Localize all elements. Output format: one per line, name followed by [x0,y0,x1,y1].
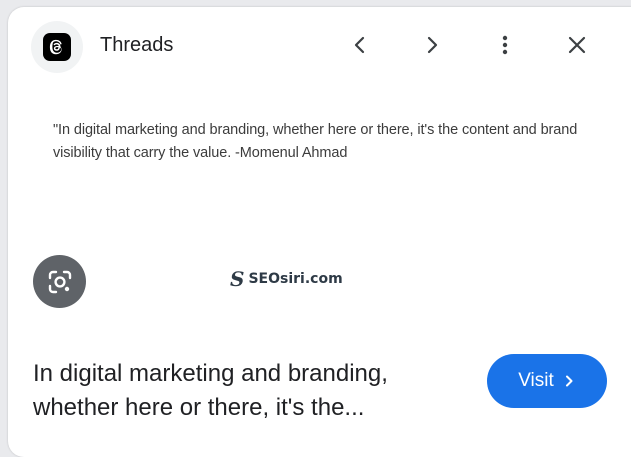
close-button[interactable] [557,25,597,65]
image-preview-panel: Threads "In digital marketing and brandi… [8,7,631,457]
previous-button[interactable] [340,25,380,65]
close-icon [568,36,586,54]
image-watermark: S SEOsiri.com [230,267,343,291]
preview-header: Threads [8,7,631,83]
chevron-right-icon [427,36,438,54]
visit-button[interactable]: Visit [487,354,607,408]
site-name[interactable]: Threads [100,33,173,57]
site-avatar[interactable] [31,21,83,73]
result-title[interactable]: In digital marketing and branding, wheth… [33,357,473,425]
visit-label: Visit [518,370,554,391]
threads-logo-icon [43,33,71,61]
more-vert-icon [502,35,508,55]
chevron-left-icon [354,36,365,54]
seosiri-logo-mark: S [230,267,245,291]
more-options-button[interactable] [485,25,525,65]
google-lens-button[interactable] [33,255,86,308]
chevron-right-icon [565,375,573,387]
next-button[interactable] [412,25,452,65]
seosiri-brand-text: SEOsiri.com [248,271,343,287]
image-quote-text: "In digital marketing and branding, whet… [53,122,578,161]
google-lens-icon [48,270,71,293]
